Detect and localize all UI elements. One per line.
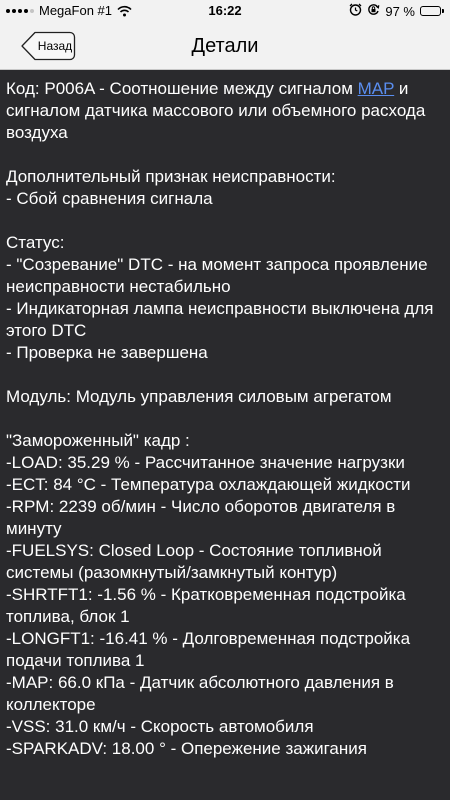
dtc-code-line: Код: P006A - Соотношение между сигналом … bbox=[6, 78, 444, 144]
freeze-frame-item: -VSS: 31.0 км/ч - Скорость автомобиля bbox=[6, 717, 314, 736]
battery-percent: 97 % bbox=[385, 3, 415, 19]
freeze-frame-item: -ECT: 84 °C - Температура охлаждающей жи… bbox=[6, 475, 411, 494]
module-line: Модуль: Модуль управления силовым агрега… bbox=[6, 387, 392, 406]
orientation-lock-icon bbox=[367, 3, 380, 19]
freeze-frame-item: -LONGFT1: -16.41 % - Долговременная подс… bbox=[6, 629, 411, 670]
freeze-frame-item: -FUELSYS: Closed Loop - Состояние топлив… bbox=[6, 541, 382, 582]
navigation-bar: Назад Детали bbox=[0, 22, 450, 70]
freeze-frame-item: -RPM: 2239 об/мин - Число оборотов двига… bbox=[6, 497, 396, 538]
status-heading: Статус: bbox=[6, 233, 65, 252]
status-bar: MegaFon #1 16:22 97 % bbox=[0, 0, 450, 22]
alarm-icon bbox=[349, 3, 362, 19]
status-right: 97 % bbox=[349, 3, 444, 19]
status-item: - Проверка не завершена bbox=[6, 343, 208, 362]
page-title: Детали bbox=[191, 35, 259, 57]
map-link[interactable]: MAP bbox=[358, 79, 395, 98]
freeze-frame-item: -MAP: 66.0 кПа - Датчик абсолютного давл… bbox=[6, 673, 394, 714]
status-item: - Индикаторная лампа неисправности выклю… bbox=[6, 299, 434, 340]
freeze-frame-item: -SPARKADV: 18.00 ° - Опережение зажигани… bbox=[6, 739, 367, 758]
dtc-code-prefix: Код: P006A - Соотношение между сигналом bbox=[6, 79, 358, 98]
freeze-frame-item: -SHRTFT1: -1.56 % - Кратковременная подс… bbox=[6, 585, 406, 626]
extra-item: - Сбой сравнения сигнала bbox=[6, 189, 213, 208]
freeze-frame-item: -LOAD: 35.29 % - Рассчитанное значение н… bbox=[6, 453, 405, 472]
details-text: Код: P006A - Соотношение между сигналом … bbox=[6, 78, 444, 760]
freeze-frame-heading: "Замороженный" кадр : bbox=[6, 431, 190, 450]
battery-icon bbox=[420, 6, 444, 16]
status-item: - "Созревание" DTC - на момент запроса п… bbox=[6, 255, 428, 296]
extra-heading: Дополнительный признак неисправности: bbox=[6, 167, 336, 186]
